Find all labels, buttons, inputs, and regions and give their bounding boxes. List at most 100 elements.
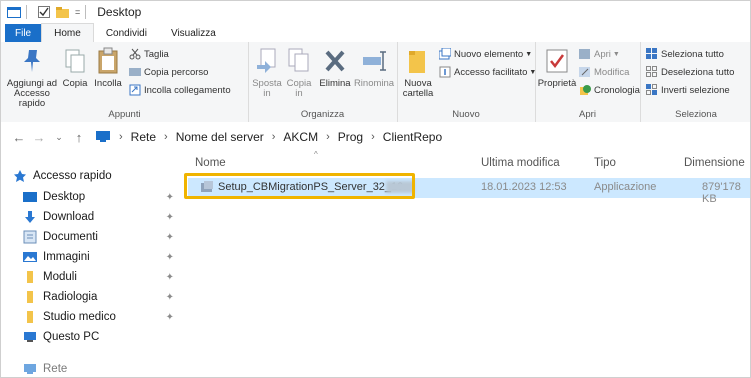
sidebar-item-studio-medico[interactable]: Studio medico ✦ — [23, 307, 184, 327]
pc-icon — [23, 330, 37, 344]
properties-icon — [545, 46, 569, 76]
paste-shortcut-button[interactable]: Incolla collegamento — [129, 84, 231, 96]
tab-home[interactable]: Home — [41, 23, 94, 43]
edit-button[interactable]: Modifica — [579, 66, 629, 78]
sidebar-item-label: Accesso rapido — [33, 170, 112, 182]
window-icon — [7, 6, 21, 18]
pin-icon[interactable]: ✦ — [166, 312, 174, 323]
group-label-clipboard: Appunti — [108, 109, 141, 120]
crumb-akcm[interactable]: AKCM — [283, 130, 318, 144]
pin-icon[interactable]: ✦ — [166, 272, 174, 283]
pin-icon[interactable]: ✦ — [166, 232, 174, 243]
new-folder-button[interactable]: Nuova cartella — [401, 46, 435, 99]
sidebar-item-label: Desktop — [43, 191, 86, 203]
copy-path-icon — [129, 66, 141, 78]
network-location-icon — [95, 130, 111, 145]
tab-file[interactable]: File — [5, 24, 42, 42]
documents-icon — [23, 230, 37, 244]
select-none-label: Deseleziona tutto — [661, 66, 735, 78]
sidebar-item-label: Immagini — [43, 251, 90, 263]
rename-button[interactable]: Rinomina — [354, 46, 394, 89]
crumb-separator: › — [371, 131, 375, 143]
scissors-icon — [129, 48, 141, 60]
title-bar: = Desktop — [1, 1, 750, 23]
back-icon[interactable]: ← — [9, 130, 29, 145]
crumb-server[interactable]: Nome del server — [176, 130, 264, 144]
copy-path-button[interactable]: Copia percorso — [129, 66, 208, 78]
column-header-modified[interactable]: Ultima modifica — [481, 157, 560, 169]
properties-label: Proprietà — [537, 78, 577, 89]
pin-icon[interactable]: ✦ — [166, 212, 174, 223]
select-none-icon — [646, 66, 658, 78]
rename-icon — [361, 46, 387, 76]
crumb-prog[interactable]: Prog — [338, 130, 363, 144]
easy-access-button[interactable]: Accesso facilitato ▼ — [439, 66, 536, 78]
column-header-name[interactable]: Nome — [195, 157, 226, 169]
cut-button[interactable]: Taglia — [129, 48, 169, 60]
select-none-button[interactable]: Deseleziona tutto — [646, 66, 734, 78]
delete-label: Elimina — [319, 78, 351, 89]
window-title: Desktop — [97, 5, 142, 19]
sidebar-item-this-pc[interactable]: Questo PC — [23, 327, 184, 347]
select-all-button[interactable]: Seleziona tutto — [646, 48, 724, 60]
new-item-button[interactable]: Nuovo elemento ▼ — [439, 48, 532, 60]
sidebar-item-quick-access[interactable]: Accesso rapido — [13, 166, 184, 186]
group-label-select: Seleziona — [675, 109, 717, 120]
tab-view[interactable]: Visualizza — [159, 24, 228, 42]
folder-icon[interactable] — [56, 6, 69, 18]
checkbox-icon[interactable] — [38, 6, 50, 18]
move-to-button[interactable]: Sposta in — [252, 46, 282, 99]
open-button[interactable]: Apri ▼ — [579, 48, 620, 60]
invert-selection-button[interactable]: Inverti selezione — [646, 84, 730, 96]
divider — [85, 5, 87, 19]
desktop-icon — [23, 190, 37, 204]
delete-button[interactable]: Elimina — [318, 46, 352, 89]
properties-button[interactable]: Proprietà — [538, 46, 576, 89]
group-organize: Sposta in Copia in Elimina Rinomina Orga… — [248, 42, 398, 122]
folder-icon — [23, 270, 37, 284]
select-all-icon — [646, 48, 658, 60]
network-icon — [23, 362, 37, 376]
copy-button[interactable]: Copia — [61, 46, 89, 89]
up-icon[interactable]: ↑ — [69, 130, 89, 145]
crumb-network[interactable]: Rete — [131, 130, 156, 144]
sidebar-item-radiologia[interactable]: Radiologia ✦ — [23, 287, 184, 307]
recent-locations-icon[interactable]: ⌄ — [49, 132, 69, 143]
history-button[interactable]: Cronologia — [579, 84, 640, 96]
crumb-clientrepo[interactable]: ClientRepo — [383, 130, 442, 144]
divider — [26, 5, 27, 19]
sidebar-item-moduli[interactable]: Moduli ✦ — [23, 267, 184, 287]
crumb-separator: › — [119, 131, 123, 143]
pin-icon[interactable]: ✦ — [166, 292, 174, 303]
paste-button[interactable]: Incolla — [91, 46, 125, 89]
sidebar-item-label: Questo PC — [43, 331, 100, 343]
cut-label: Taglia — [144, 48, 169, 60]
sidebar-item-label: Documenti — [43, 231, 98, 243]
open-icon — [579, 48, 591, 60]
sidebar-item-desktop[interactable]: Desktop ✦ — [23, 187, 184, 207]
pin-icon[interactable]: ✦ — [166, 192, 174, 203]
breadcrumb[interactable]: › Rete › Nome del server › AKCM › Prog ›… — [95, 130, 442, 145]
sidebar-item-download[interactable]: Download ✦ — [23, 207, 184, 227]
highlight-box — [184, 173, 415, 199]
sidebar-item-label: Radiologia — [43, 291, 98, 303]
forward-icon[interactable]: → — [29, 130, 49, 145]
tab-share[interactable]: Condividi — [94, 24, 159, 42]
ribbon: Aggiungi ad Accesso rapido Copia Incolla… — [1, 42, 750, 123]
copy-icon — [64, 46, 86, 76]
column-header-size[interactable]: Dimensione — [684, 157, 745, 169]
ribbon-tabs: File Home Condividi Visualizza — [1, 23, 750, 43]
pin-quick-access-button[interactable]: Aggiungi ad Accesso rapido — [5, 46, 59, 109]
sidebar-item-documents[interactable]: Documenti ✦ — [23, 227, 184, 247]
file-modified: 18.01.2023 12:53 — [481, 181, 567, 193]
sidebar-item-network[interactable]: Rete — [23, 359, 184, 377]
new-folder-label: Nuova cartella — [402, 78, 434, 99]
qa-dropdown-icon[interactable]: = — [75, 7, 80, 17]
sidebar-item-label: Download — [43, 211, 95, 223]
column-header-type[interactable]: Tipo — [594, 157, 616, 169]
history-label: Cronologia — [594, 84, 640, 96]
pin-icon[interactable]: ✦ — [166, 252, 174, 263]
folder-icon — [23, 290, 37, 304]
copy-to-button[interactable]: Copia in — [284, 46, 314, 99]
sidebar-item-pictures[interactable]: Immagini ✦ — [23, 247, 184, 267]
